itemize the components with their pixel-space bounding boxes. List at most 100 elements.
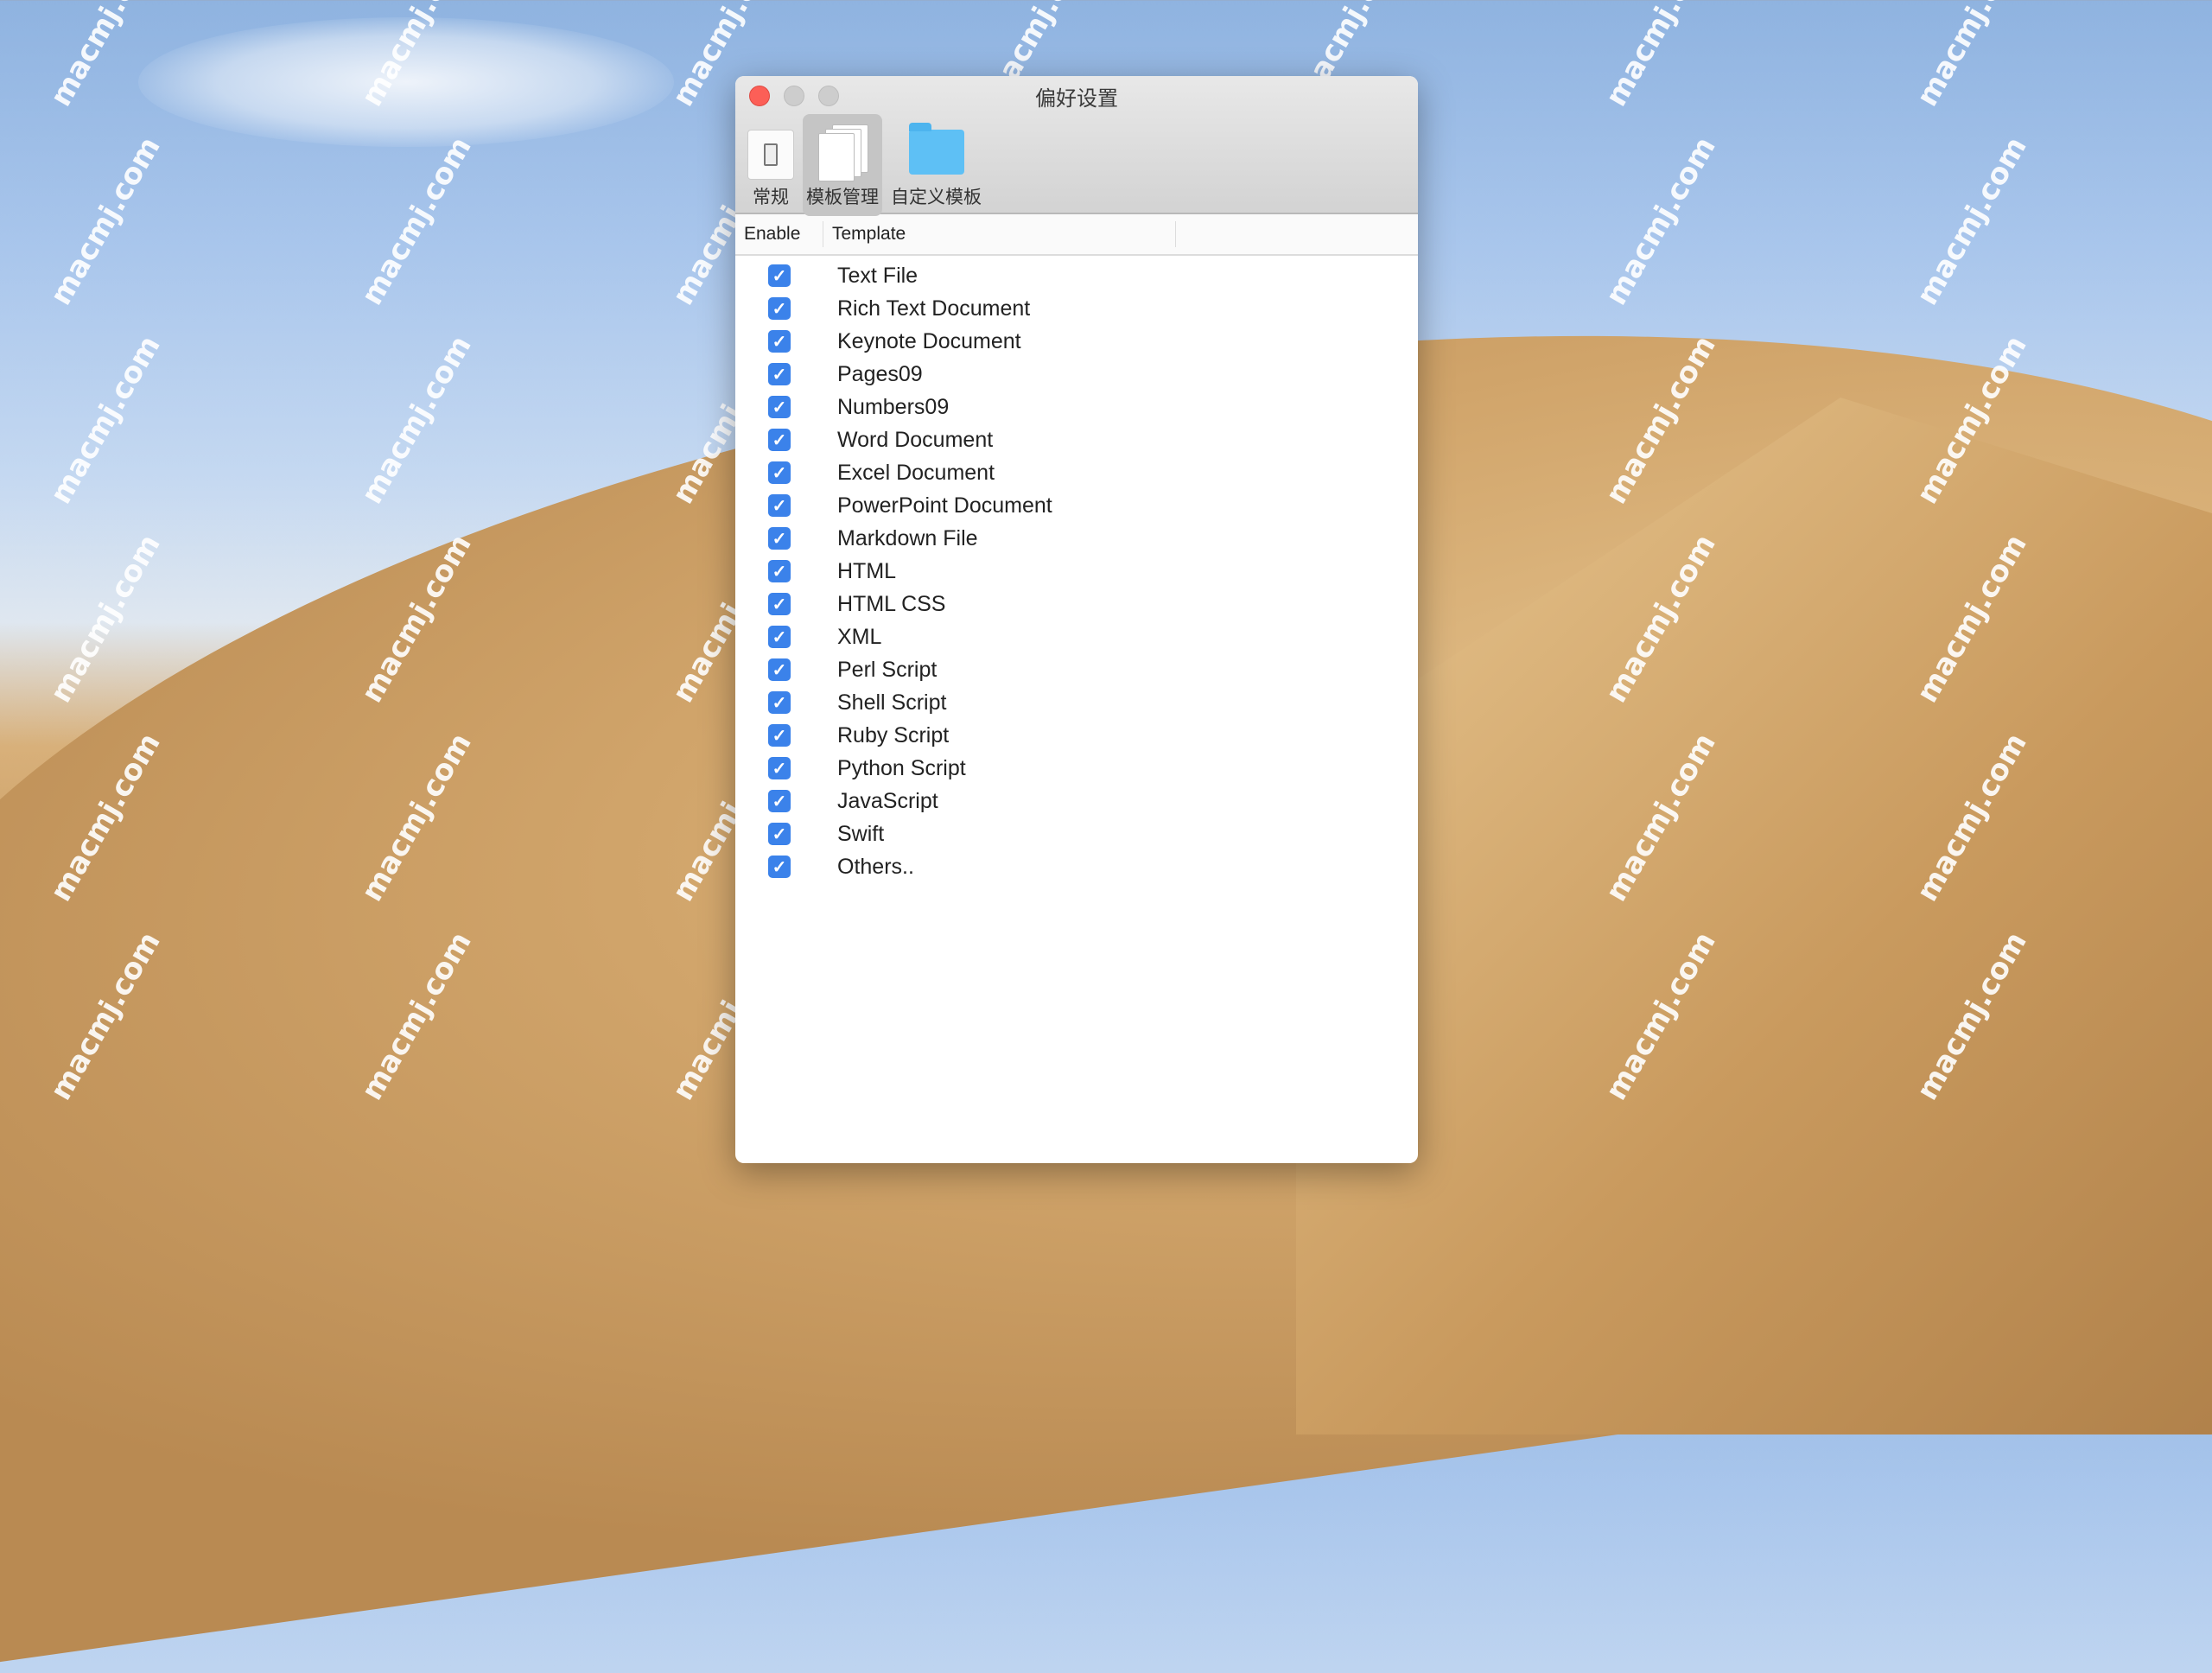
tab-general[interactable]: 常规 — [744, 114, 798, 216]
enable-checkbox[interactable]: ✓ — [768, 560, 791, 582]
checkmark-icon: ✓ — [772, 693, 787, 713]
template-name: Swift — [837, 821, 885, 846]
tab-label: 模板管理 — [806, 187, 879, 207]
template-name: Python Script — [837, 755, 966, 780]
checkmark-icon: ✓ — [772, 792, 787, 811]
template-name: Markdown File — [837, 525, 978, 550]
table-row: ✓ Numbers09 — [735, 391, 1418, 423]
preferences-window: 偏好设置 常规 模板管理 自定义模板 Enable Template ✓ Text… — [735, 76, 1418, 1163]
checkmark-icon: ✓ — [772, 266, 787, 286]
table-row: ✓ Keynote Document — [735, 325, 1418, 358]
table-row: ✓ Swift — [735, 817, 1418, 850]
enable-checkbox[interactable]: ✓ — [768, 593, 791, 615]
table-row: ✓ Excel Document — [735, 456, 1418, 489]
watermark-text: macmj.com — [1910, 130, 2034, 311]
table-row: ✓ Ruby Script — [735, 719, 1418, 752]
enable-checkbox[interactable]: ✓ — [768, 626, 791, 648]
watermark-text: macmj.com — [43, 329, 168, 510]
template-name: PowerPoint Document — [837, 493, 1052, 518]
enable-checkbox[interactable]: ✓ — [768, 461, 791, 484]
template-name: Excel Document — [837, 460, 995, 485]
template-name: Shell Script — [837, 690, 947, 715]
enable-checkbox[interactable]: ✓ — [768, 396, 791, 418]
enable-checkbox[interactable]: ✓ — [768, 494, 791, 517]
enable-checkbox[interactable]: ✓ — [768, 297, 791, 320]
checkmark-icon: ✓ — [772, 529, 787, 549]
table-row: ✓ Others.. — [735, 850, 1418, 883]
watermark-text: macmj.com — [43, 528, 168, 709]
template-name: Keynote Document — [837, 328, 1021, 353]
watermark-text: macmj.com — [1910, 0, 2034, 112]
template-list: ✓ Text File ✓ Rich Text Document ✓ Keynote Do… — [735, 256, 1418, 883]
watermark-text: macmj.com — [1599, 130, 1723, 311]
checkmark-icon: ✓ — [772, 824, 787, 844]
table-row: ✓ HTML CSS — [735, 588, 1418, 620]
checkmark-icon: ✓ — [772, 726, 787, 746]
enable-checkbox[interactable]: ✓ — [768, 691, 791, 714]
watermark-text: macmj.com — [354, 329, 479, 510]
tab-label: 常规 — [753, 187, 789, 207]
checkmark-icon: ✓ — [772, 759, 787, 779]
switch-icon — [747, 130, 794, 180]
template-name: Perl Script — [837, 657, 938, 682]
template-name: Pages09 — [837, 361, 923, 386]
table-row: ✓ Python Script — [735, 752, 1418, 785]
template-name: Numbers09 — [837, 394, 950, 419]
enable-checkbox[interactable]: ✓ — [768, 658, 791, 681]
checkmark-icon: ✓ — [772, 398, 787, 417]
table-row: ✓ Shell Script — [735, 686, 1418, 719]
table-header: Enable Template — [735, 214, 1418, 256]
enable-checkbox[interactable]: ✓ — [768, 429, 791, 451]
column-header-enable[interactable]: Enable — [735, 221, 823, 247]
table-row: ✓ Pages09 — [735, 358, 1418, 391]
watermark-text: macmj.com — [1599, 0, 1723, 112]
table-row: ✓ Word Document — [735, 423, 1418, 456]
enable-checkbox[interactable]: ✓ — [768, 823, 791, 845]
enable-checkbox[interactable]: ✓ — [768, 724, 791, 747]
template-name: Rich Text Document — [837, 296, 1031, 321]
checkmark-icon: ✓ — [772, 332, 787, 352]
tab-template-management[interactable]: 模板管理 — [803, 114, 882, 216]
template-name: Text File — [837, 263, 918, 288]
enable-checkbox[interactable]: ✓ — [768, 527, 791, 550]
template-name: HTML CSS — [837, 591, 946, 616]
watermark-text: macmj.com — [354, 130, 479, 311]
template-name: Others.. — [837, 854, 914, 879]
table-row: ✓ Text File — [735, 259, 1418, 292]
column-header-template[interactable]: Template — [823, 221, 1176, 247]
template-name: Ruby Script — [837, 722, 950, 747]
checkmark-icon: ✓ — [772, 365, 787, 385]
table-row: ✓ XML — [735, 620, 1418, 653]
toolbar: 常规 模板管理 自定义模板 — [744, 114, 985, 216]
enable-checkbox[interactable]: ✓ — [768, 757, 791, 779]
template-name: JavaScript — [837, 788, 938, 813]
watermark-text: macmj.com — [43, 130, 168, 311]
enable-checkbox[interactable]: ✓ — [768, 363, 791, 385]
checkmark-icon: ✓ — [772, 562, 787, 582]
tab-label: 自定义模板 — [891, 187, 982, 207]
window-title: 偏好设置 — [1035, 86, 1118, 111]
tab-custom-templates[interactable]: 自定义模板 — [887, 114, 985, 216]
enable-checkbox[interactable]: ✓ — [768, 856, 791, 878]
checkmark-icon: ✓ — [772, 299, 787, 319]
table-row: ✓ HTML — [735, 555, 1418, 588]
enable-checkbox[interactable]: ✓ — [768, 790, 791, 812]
table-row: ✓ PowerPoint Document — [735, 489, 1418, 522]
template-name: Word Document — [837, 427, 994, 452]
enable-checkbox[interactable]: ✓ — [768, 330, 791, 353]
template-name: XML — [837, 624, 882, 649]
checkmark-icon: ✓ — [772, 463, 787, 483]
template-name: HTML — [837, 558, 897, 583]
table-row: ✓ JavaScript — [735, 785, 1418, 817]
enable-checkbox[interactable]: ✓ — [768, 264, 791, 287]
checkmark-icon: ✓ — [772, 430, 787, 450]
checkmark-icon: ✓ — [772, 660, 787, 680]
checkmark-icon: ✓ — [772, 496, 787, 516]
checkmark-icon: ✓ — [772, 627, 787, 647]
table-row: ✓ Rich Text Document — [735, 292, 1418, 325]
documents-icon — [817, 124, 868, 181]
table-row: ✓ Markdown File — [735, 522, 1418, 555]
titlebar: 偏好设置 常规 模板管理 自定义模板 — [735, 76, 1418, 216]
checkmark-icon: ✓ — [772, 595, 787, 614]
table-row: ✓ Perl Script — [735, 653, 1418, 686]
